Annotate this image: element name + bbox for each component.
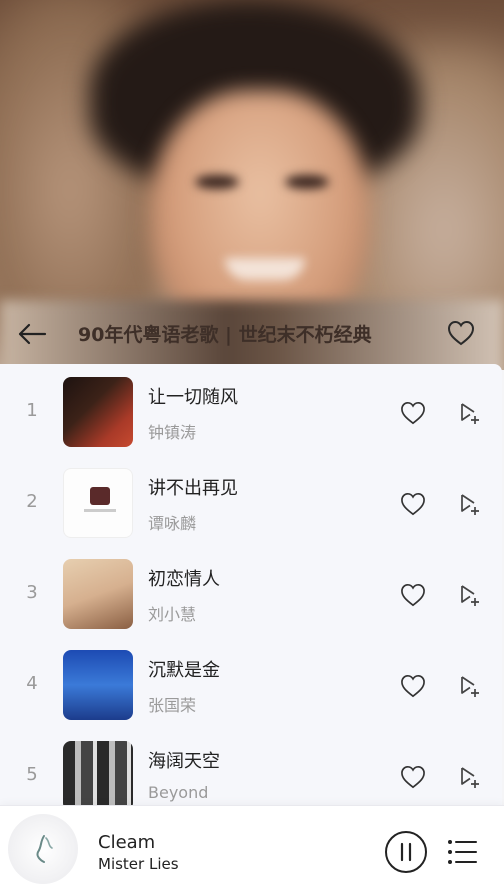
song-cover (63, 650, 133, 720)
add-to-playlist-button[interactable] (454, 760, 484, 794)
song-cover (63, 559, 133, 629)
song-row[interactable]: 2 讲不出再见 谭咏麟 (0, 455, 502, 546)
song-row[interactable]: 4 沉默是金 张国荣 (0, 637, 502, 728)
like-button[interactable] (396, 396, 430, 430)
add-to-playlist-button[interactable] (454, 396, 484, 430)
favorite-playlist-button[interactable] (444, 316, 478, 350)
now-playing-artist: Mister Lies (98, 855, 179, 873)
top-bar: 90年代粤语老歌 | 世纪末不朽经典 (0, 308, 504, 358)
song-artist: 钟镇涛 (148, 423, 197, 442)
heart-outline-icon (401, 766, 425, 789)
add-to-playlist-button[interactable] (454, 669, 484, 703)
page-title: 90年代粤语老歌 | 世纪末不朽经典 (78, 324, 372, 346)
song-cover (63, 468, 133, 538)
add-to-playlist-icon (461, 494, 479, 515)
like-button[interactable] (396, 760, 430, 794)
add-to-playlist-button[interactable] (454, 487, 484, 521)
song-title: 海阔天空 (148, 751, 220, 772)
back-button[interactable] (16, 318, 48, 350)
add-to-playlist-icon (461, 767, 479, 788)
add-to-playlist-icon (461, 403, 479, 424)
song-row[interactable]: 1 让一切随风 钟镇涛 (0, 364, 502, 455)
song-index: 3 (26, 582, 38, 603)
heart-outline-icon (401, 493, 425, 516)
playlist-cover-image: 90年代粤语老歌 | 世纪末不朽经典 (0, 0, 504, 370)
mini-player[interactable]: Cleam Mister Lies (0, 805, 504, 896)
song-cover (63, 741, 133, 811)
song-artist: 刘小慧 (148, 605, 197, 624)
song-index: 1 (26, 400, 38, 421)
song-index: 5 (26, 764, 38, 785)
song-artist: Beyond (148, 783, 209, 802)
song-title: 初恋情人 (148, 569, 220, 590)
heart-outline-icon (447, 320, 475, 346)
like-button[interactable] (396, 669, 430, 703)
song-artist: 谭咏麟 (148, 514, 197, 533)
song-index: 4 (26, 673, 38, 694)
album-art-icon (36, 835, 53, 863)
song-cover (63, 377, 133, 447)
now-playing-title: Cleam (98, 832, 156, 853)
like-button[interactable] (396, 578, 430, 612)
song-title: 讲不出再见 (148, 478, 238, 499)
add-to-playlist-icon (461, 676, 479, 697)
now-playing-cover[interactable] (8, 814, 78, 884)
song-title: 让一切随风 (148, 387, 238, 408)
heart-outline-icon (401, 584, 425, 607)
song-artist: 张国荣 (148, 696, 197, 715)
heart-outline-icon (401, 402, 425, 425)
list-icon (448, 840, 477, 864)
pause-circle-icon (385, 831, 427, 873)
pause-button[interactable] (384, 830, 428, 874)
song-index: 2 (26, 491, 38, 512)
heart-outline-icon (401, 675, 425, 698)
song-row[interactable]: 3 初恋情人 刘小慧 (0, 546, 502, 637)
add-to-playlist-icon (461, 585, 479, 606)
song-title: 沉默是金 (148, 660, 220, 681)
arrow-left-icon (18, 323, 47, 345)
playlist-queue-button[interactable] (446, 836, 478, 868)
like-button[interactable] (396, 487, 430, 521)
add-to-playlist-button[interactable] (454, 578, 484, 612)
